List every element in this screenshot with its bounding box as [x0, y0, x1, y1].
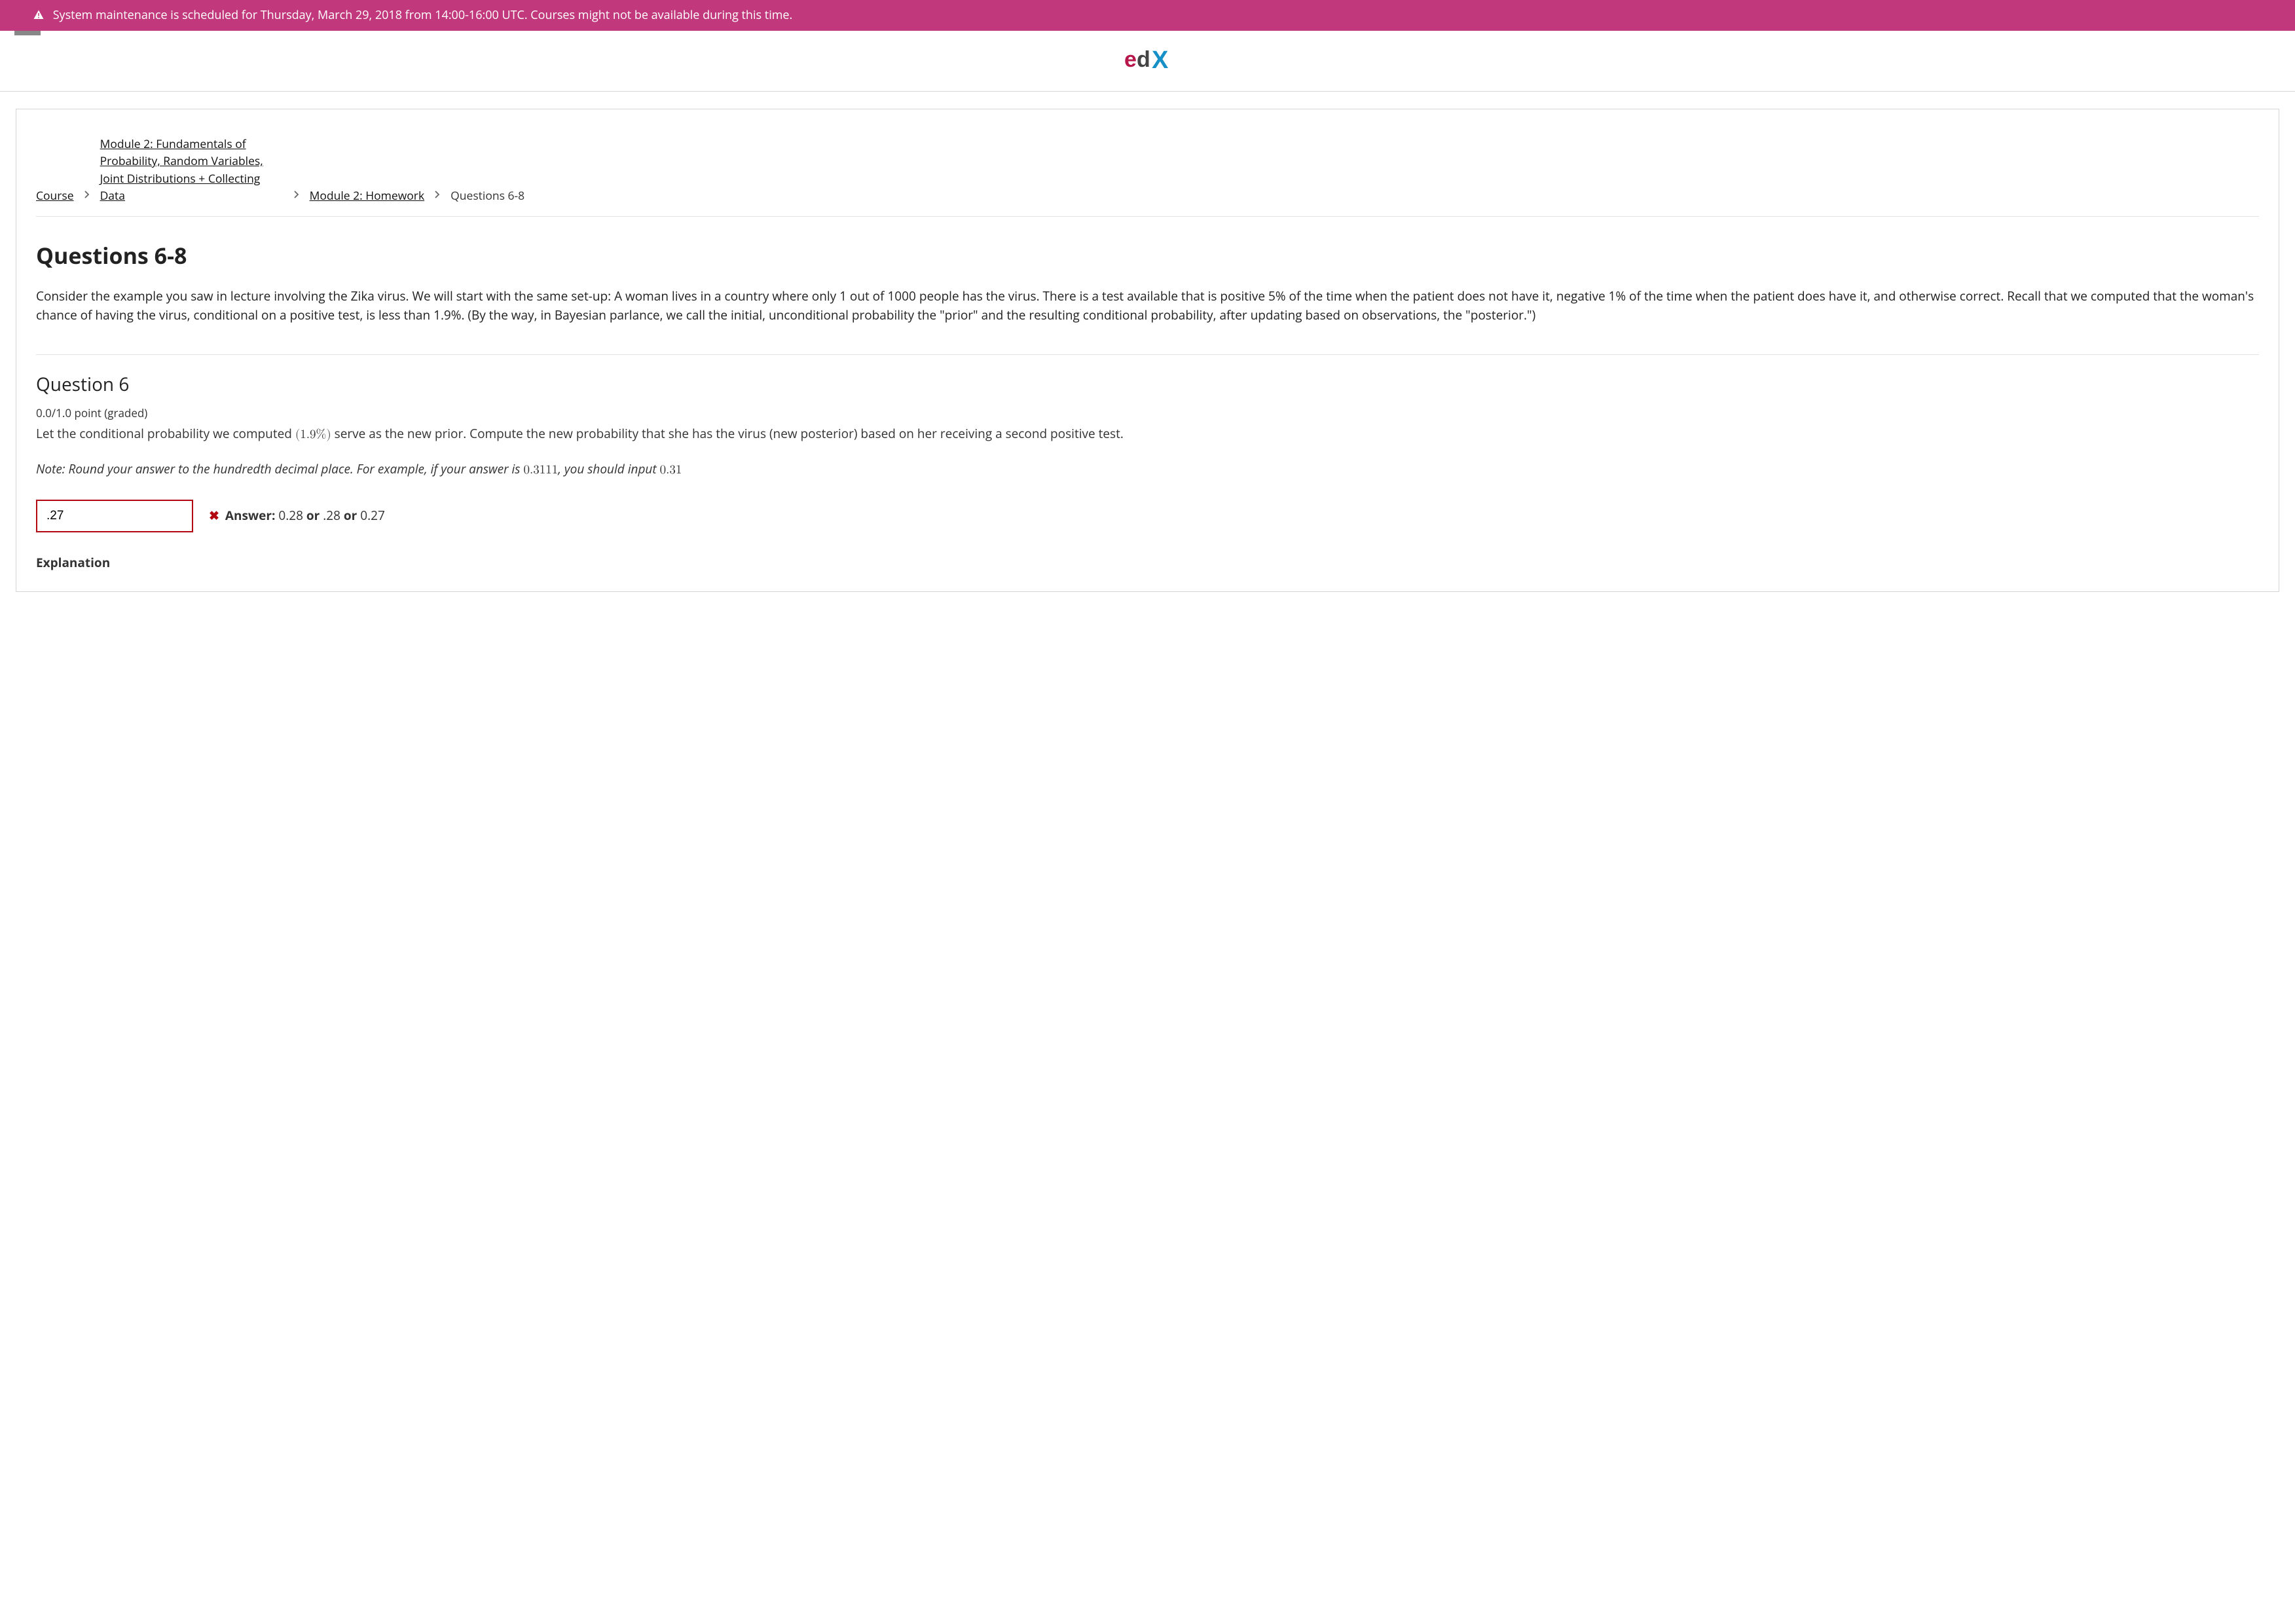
- note-text-a: Note: Round your answer to the hundredth…: [36, 460, 523, 477]
- chevron-right-icon: [83, 189, 91, 204]
- explanation-heading: Explanation: [36, 553, 2259, 572]
- incorrect-x-icon: ✖: [209, 507, 219, 524]
- breadcrumb-homework-link[interactable]: Module 2: Homework: [310, 187, 425, 204]
- question-6-prompt: Let the conditional probability we compu…: [36, 424, 2259, 445]
- maintenance-banner: System maintenance is scheduled for Thur…: [0, 0, 2295, 31]
- breadcrumb: Course Module 2: Fundamentals of Probabi…: [36, 136, 2259, 217]
- warning-icon: [33, 9, 45, 21]
- answer-input[interactable]: [36, 500, 193, 532]
- question-6-note: Note: Round your answer to the hundredth…: [36, 460, 2259, 480]
- breadcrumb-course-link[interactable]: Course: [36, 187, 74, 204]
- question-6-grade: 0.0/1.0 point (graded): [36, 405, 2259, 422]
- banner-text: System maintenance is scheduled for Thur…: [53, 7, 793, 23]
- prompt-text-b: serve as the new prior. Compute the new …: [331, 425, 1124, 442]
- page-title: Questions 6-8: [36, 239, 2259, 272]
- note-text-b: , you should input: [558, 460, 659, 477]
- answer-or-2: or: [344, 507, 357, 524]
- svg-text:e: e: [1124, 48, 1136, 72]
- answer-label: Answer:: [225, 507, 276, 524]
- prompt-math: (1.9%): [295, 428, 331, 441]
- question-6-title: Question 6: [36, 371, 2259, 398]
- answer-or-1: or: [306, 507, 320, 524]
- note-math-2: 0.31: [660, 464, 682, 476]
- svg-text:X: X: [1152, 48, 1169, 72]
- breadcrumb-module-link[interactable]: Module 2: Fundamentals of Probability, R…: [100, 136, 284, 204]
- edx-logo[interactable]: e d X: [1124, 43, 1171, 82]
- note-math-1: 0.3111: [523, 464, 558, 476]
- divider: [36, 354, 2259, 355]
- prompt-text-a: Let the conditional probability we compu…: [36, 425, 295, 442]
- breadcrumb-current: Questions 6-8: [450, 187, 524, 204]
- chevron-right-icon: [433, 189, 441, 204]
- intro-text: Consider the example you saw in lecture …: [36, 287, 2259, 324]
- header-bar: e d X: [0, 31, 2295, 92]
- answer-value-2: .28: [323, 507, 340, 524]
- answer-value-3: 0.27: [360, 507, 385, 524]
- content-frame: Course Module 2: Fundamentals of Probabi…: [16, 109, 2279, 592]
- answer-value-1: 0.28: [278, 507, 303, 524]
- chevron-right-icon: [293, 189, 301, 204]
- svg-text:d: d: [1137, 48, 1149, 72]
- answer-row: ✖ Answer: 0.28 or .28 or 0.27: [36, 500, 2259, 532]
- correct-answer-display: ✖ Answer: 0.28 or .28 or 0.27: [209, 506, 385, 525]
